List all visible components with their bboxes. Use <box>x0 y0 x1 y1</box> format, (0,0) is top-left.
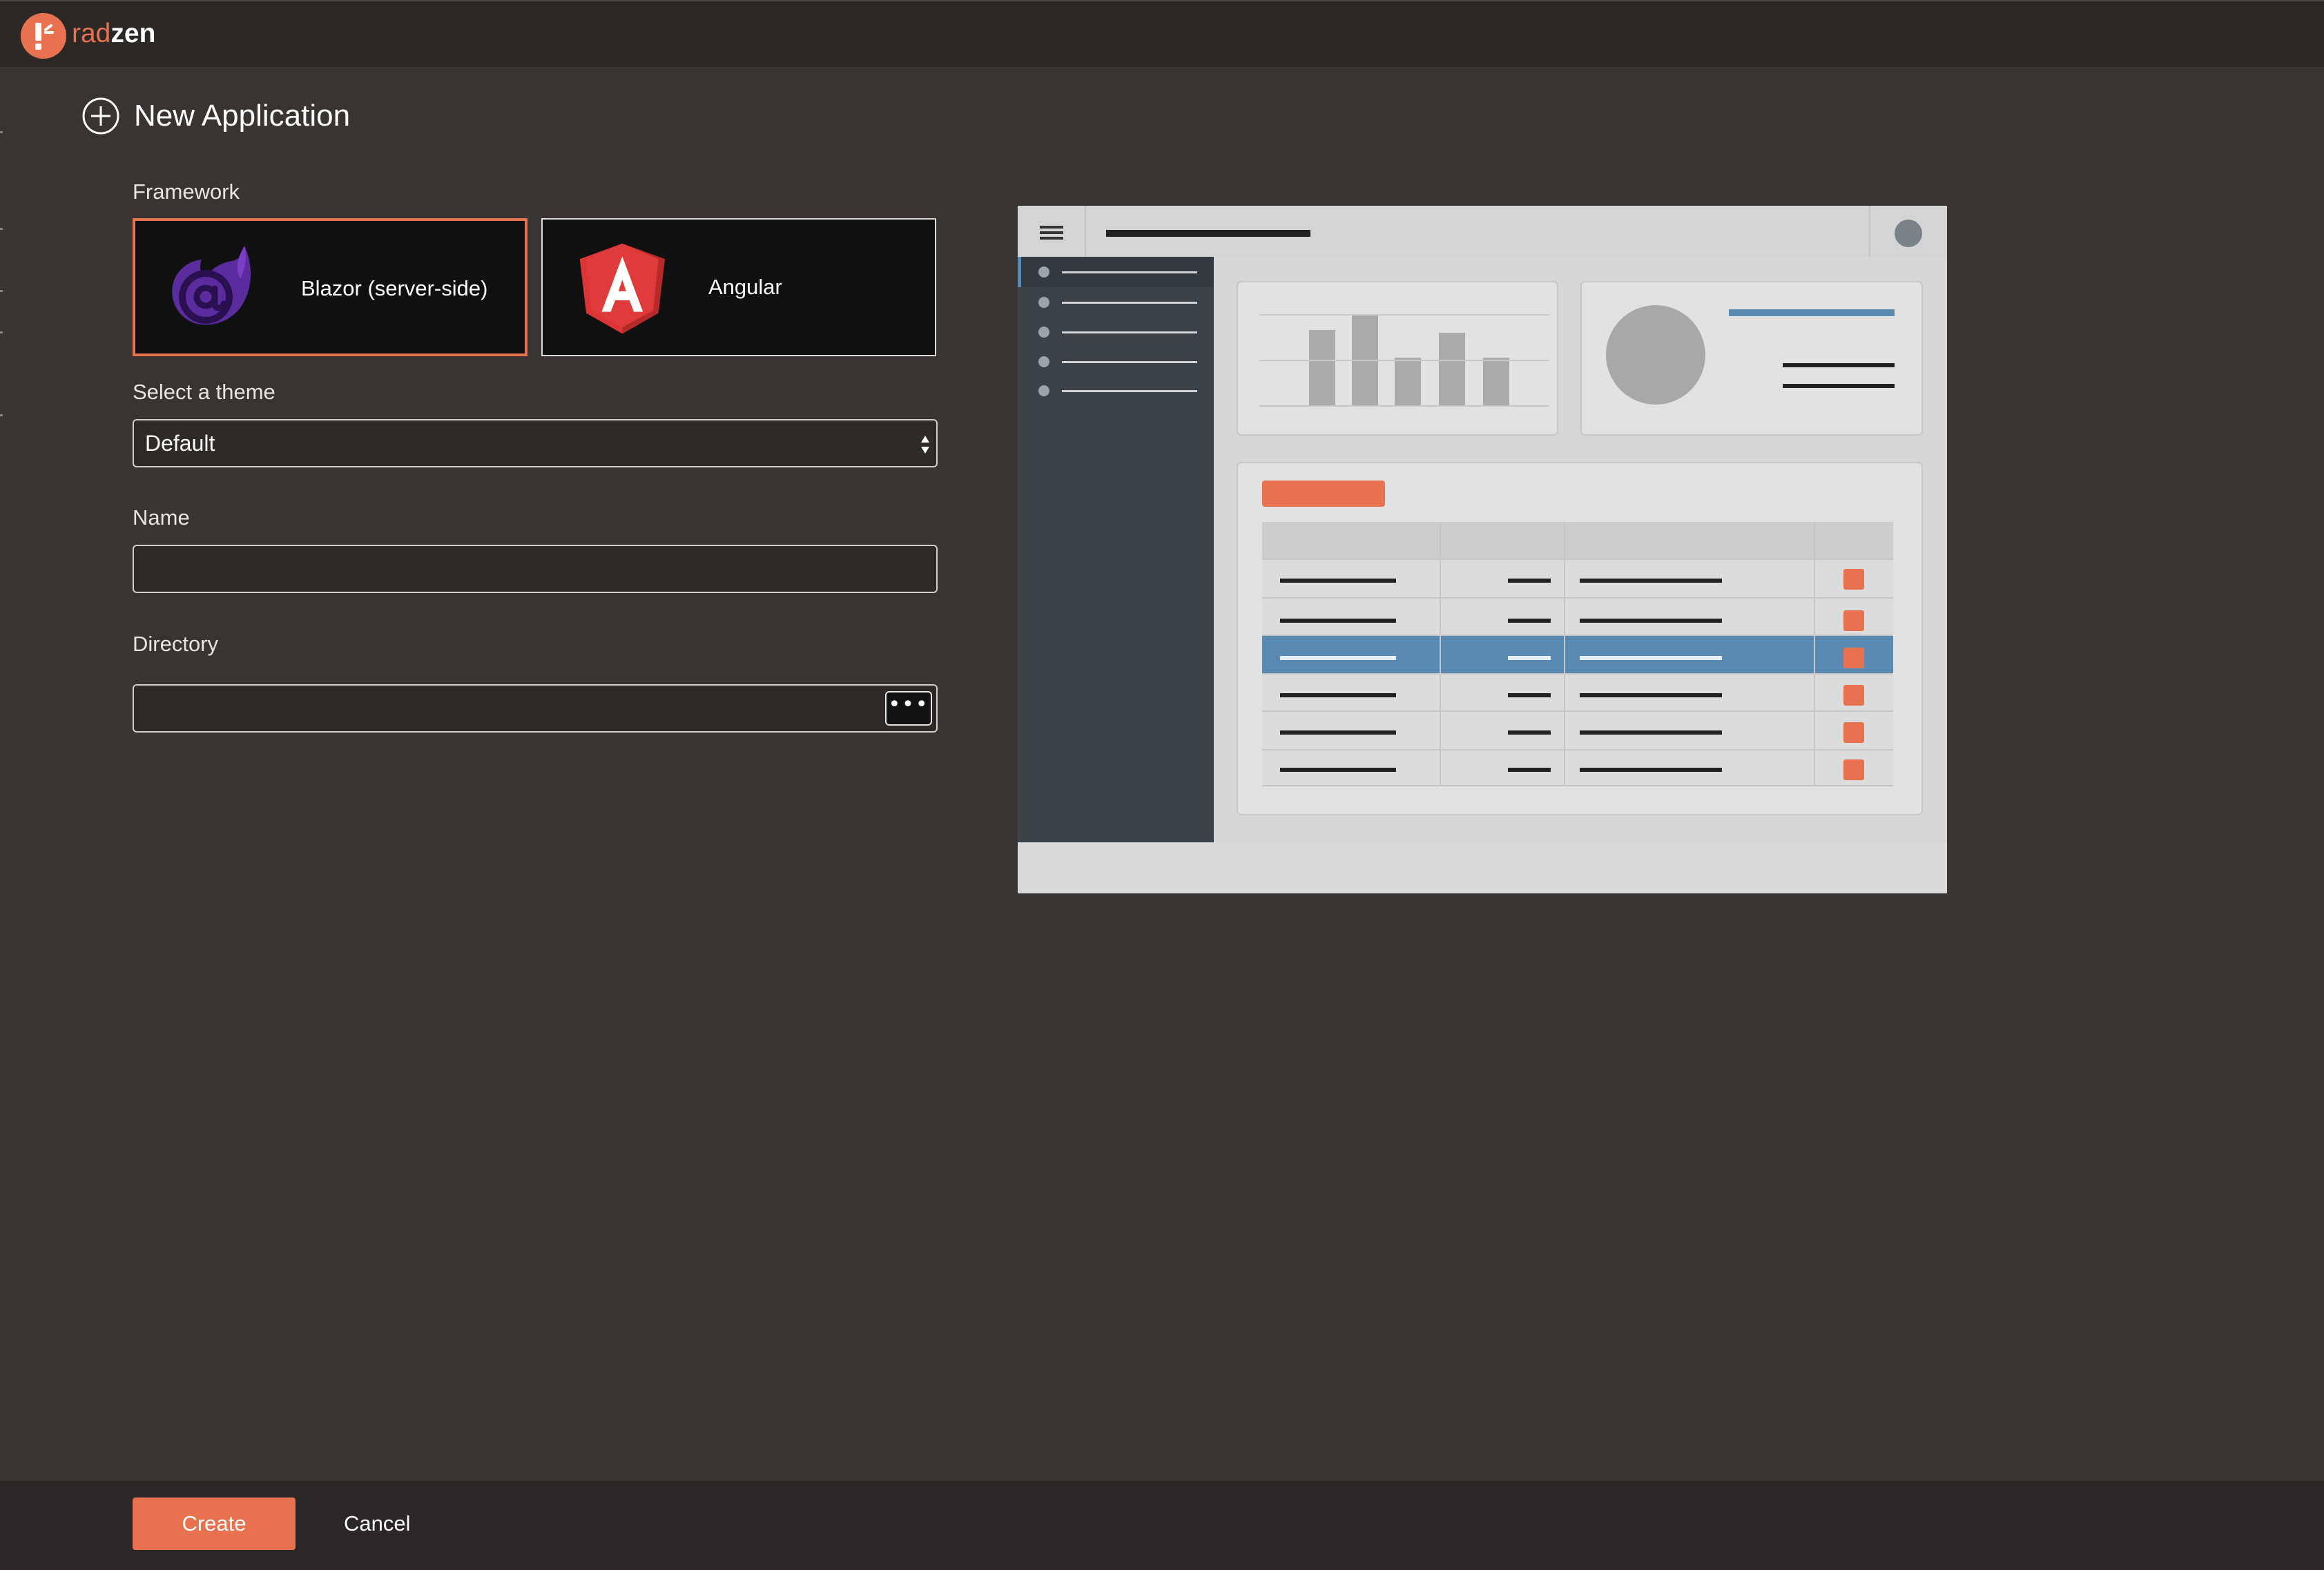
theme-preview-image <box>1018 206 1947 893</box>
framework-option-blazor[interactable]: Blazor (server-side) <box>133 218 527 356</box>
footer-bar: Create Cancel <box>0 1481 2324 1570</box>
ellipsis-icon: ••• <box>888 692 929 717</box>
theme-select-value: Default <box>145 431 215 456</box>
edge-mark <box>0 331 3 333</box>
edge-mark <box>0 290 3 292</box>
radzen-logo-icon <box>21 13 66 59</box>
browse-directory-button[interactable]: ••• <box>885 691 932 726</box>
framework-label: Framework <box>133 180 240 204</box>
theme-select[interactable]: Default <box>133 419 938 467</box>
framework-option-angular[interactable]: Angular <box>541 218 936 356</box>
cancel-button[interactable]: Cancel <box>344 1498 411 1550</box>
framework-label-angular: Angular <box>708 275 782 299</box>
app-logo-text: radzen <box>72 19 156 48</box>
create-button[interactable]: Create <box>133 1498 296 1550</box>
directory-input[interactable]: ••• <box>133 684 938 733</box>
angular-icon <box>579 243 665 334</box>
edge-mark <box>0 131 3 133</box>
name-input[interactable] <box>133 545 938 593</box>
name-label: Name <box>133 505 190 530</box>
edge-mark <box>0 228 3 230</box>
blazor-icon <box>172 246 251 325</box>
select-arrows-icon <box>921 436 929 454</box>
theme-label: Select a theme <box>133 380 275 404</box>
page-title: New Application <box>134 99 351 133</box>
directory-label: Directory <box>133 632 219 656</box>
edge-mark <box>0 414 3 416</box>
plus-circle-icon <box>82 97 119 135</box>
framework-label-blazor: Blazor (server-side) <box>301 276 488 300</box>
top-bar: radzen <box>0 0 2324 67</box>
